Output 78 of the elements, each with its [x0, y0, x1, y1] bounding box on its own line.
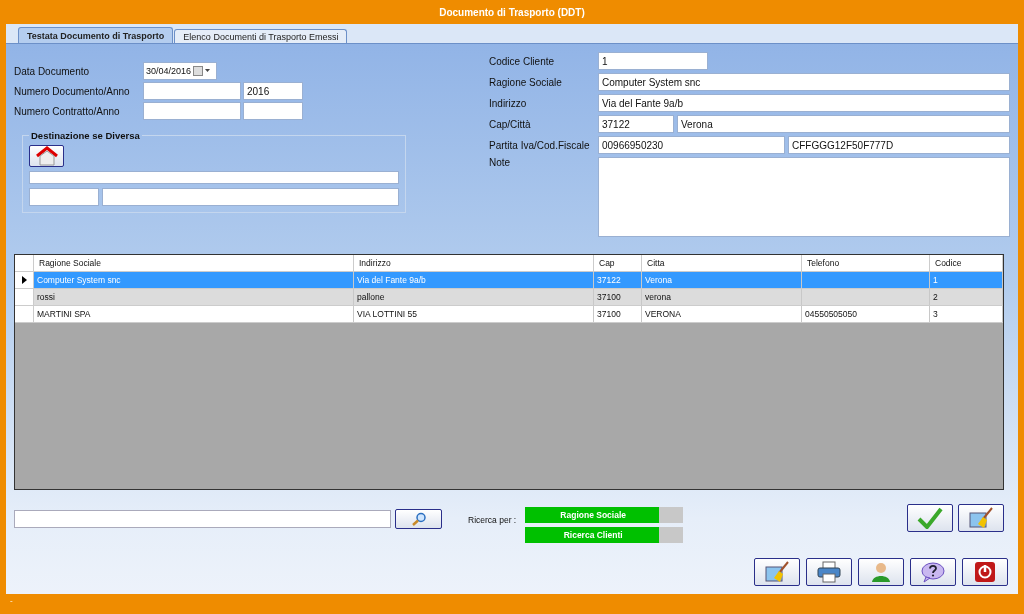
search-by-label: Ricerca per : [468, 515, 517, 525]
input-field[interactable]: Via del Fante 9a/b [598, 94, 1010, 112]
input-field[interactable]: Verona [677, 115, 1010, 133]
table-cell: Verona [642, 272, 802, 288]
column-header[interactable]: Indirizzo [354, 255, 594, 271]
input-field[interactable]: 1 [598, 52, 708, 70]
field-label: Partita Iva/Cod.Fiscale [489, 139, 591, 151]
field-label: Codice Cliente [489, 55, 556, 67]
column-header[interactable]: Codice [930, 255, 1003, 271]
tab[interactable]: Testata Documento di Trasporto [18, 27, 174, 43]
input-field[interactable]: 2016 [243, 82, 303, 100]
input-field[interactable]: Computer System snc [598, 73, 1010, 91]
input-field[interactable]: CFFGGG12F50F777D [788, 136, 1010, 154]
input-field[interactable] [143, 102, 241, 120]
column-header[interactable]: Telefono [802, 255, 930, 271]
table-cell: MARTINI SPA [34, 306, 354, 322]
table-cell: Via del Fante 9a/b [354, 272, 594, 288]
broom-icon [764, 561, 790, 583]
column-header[interactable]: Citta [642, 255, 802, 271]
input-field[interactable]: 00966950230 [598, 136, 785, 154]
row-pointer-icon [21, 276, 27, 284]
row-header [15, 306, 34, 322]
input-field[interactable] [243, 102, 303, 120]
table-cell: 37122 [594, 272, 642, 288]
table-cell: 3 [930, 306, 1003, 322]
power-icon [974, 561, 996, 583]
table-cell: pallone [354, 289, 594, 305]
input-field[interactable]: 37122 [598, 115, 674, 133]
help-button[interactable] [910, 558, 956, 586]
window-title: Documento di Trasporto (DDT) [438, 5, 586, 20]
table-cell: VIA LOTTINI 55 [354, 306, 594, 322]
table-cell: 2 [930, 289, 1003, 305]
date-picker[interactable]: 30/04/2016 [143, 62, 217, 80]
row-header [15, 289, 34, 305]
house-icon [33, 146, 60, 166]
broom-icon [968, 507, 994, 529]
checkmark-icon [917, 507, 943, 529]
search-icon [410, 512, 427, 526]
group-title: Destinazione se Diversa [30, 130, 141, 141]
search-field[interactable] [14, 510, 391, 528]
column-header[interactable]: Ragione Sociale [34, 255, 354, 271]
input-field[interactable] [29, 171, 399, 184]
tab[interactable]: Elenco Documenti di Trasporto Emessi [174, 29, 348, 43]
field-label: Numero Contratto/Anno [14, 105, 121, 117]
input-field[interactable] [102, 188, 399, 206]
table-row[interactable]: rossi pallone 37100 verona 2 [15, 289, 1003, 306]
user-button[interactable] [858, 558, 904, 586]
exit-button[interactable] [962, 558, 1008, 586]
table-cell: VERONA [642, 306, 802, 322]
table-cell: Computer System snc [34, 272, 354, 288]
table-cell: 37100 [594, 289, 642, 305]
help-icon [920, 561, 946, 583]
print-button[interactable] [806, 558, 852, 586]
home-button[interactable] [29, 145, 64, 167]
field-label: Numero Documento/Anno [14, 85, 131, 97]
input-field[interactable] [29, 188, 99, 206]
table-cell: 1 [930, 272, 1003, 288]
field-label: Cap/Città [489, 118, 532, 130]
field-label: Note [489, 157, 512, 168]
notes-field[interactable] [598, 157, 1010, 237]
table-cell: verona [642, 289, 802, 305]
calendar-dropdown-icon[interactable] [193, 66, 212, 76]
table-cell: 04550505050 [802, 306, 930, 322]
column-header[interactable]: Cap [594, 255, 642, 271]
clear-button[interactable] [958, 504, 1004, 532]
clear-button[interactable] [754, 558, 800, 586]
table-cell: rossi [34, 289, 354, 305]
input-field[interactable] [143, 82, 241, 100]
confirm-button[interactable] [907, 504, 953, 532]
field-label: Indirizzo [489, 97, 528, 109]
table-row[interactable]: MARTINI SPA VIA LOTTINI 55 37100 VERONA 04550505050 3 [15, 306, 1003, 323]
table-cell: 37100 [594, 306, 642, 322]
printer-icon [816, 561, 842, 583]
user-icon [870, 561, 892, 583]
search-button[interactable] [395, 509, 442, 529]
status-bar: - [6, 594, 1018, 606]
field-label: Ragione Sociale [489, 76, 563, 88]
field-label: Data Documento [14, 65, 91, 77]
